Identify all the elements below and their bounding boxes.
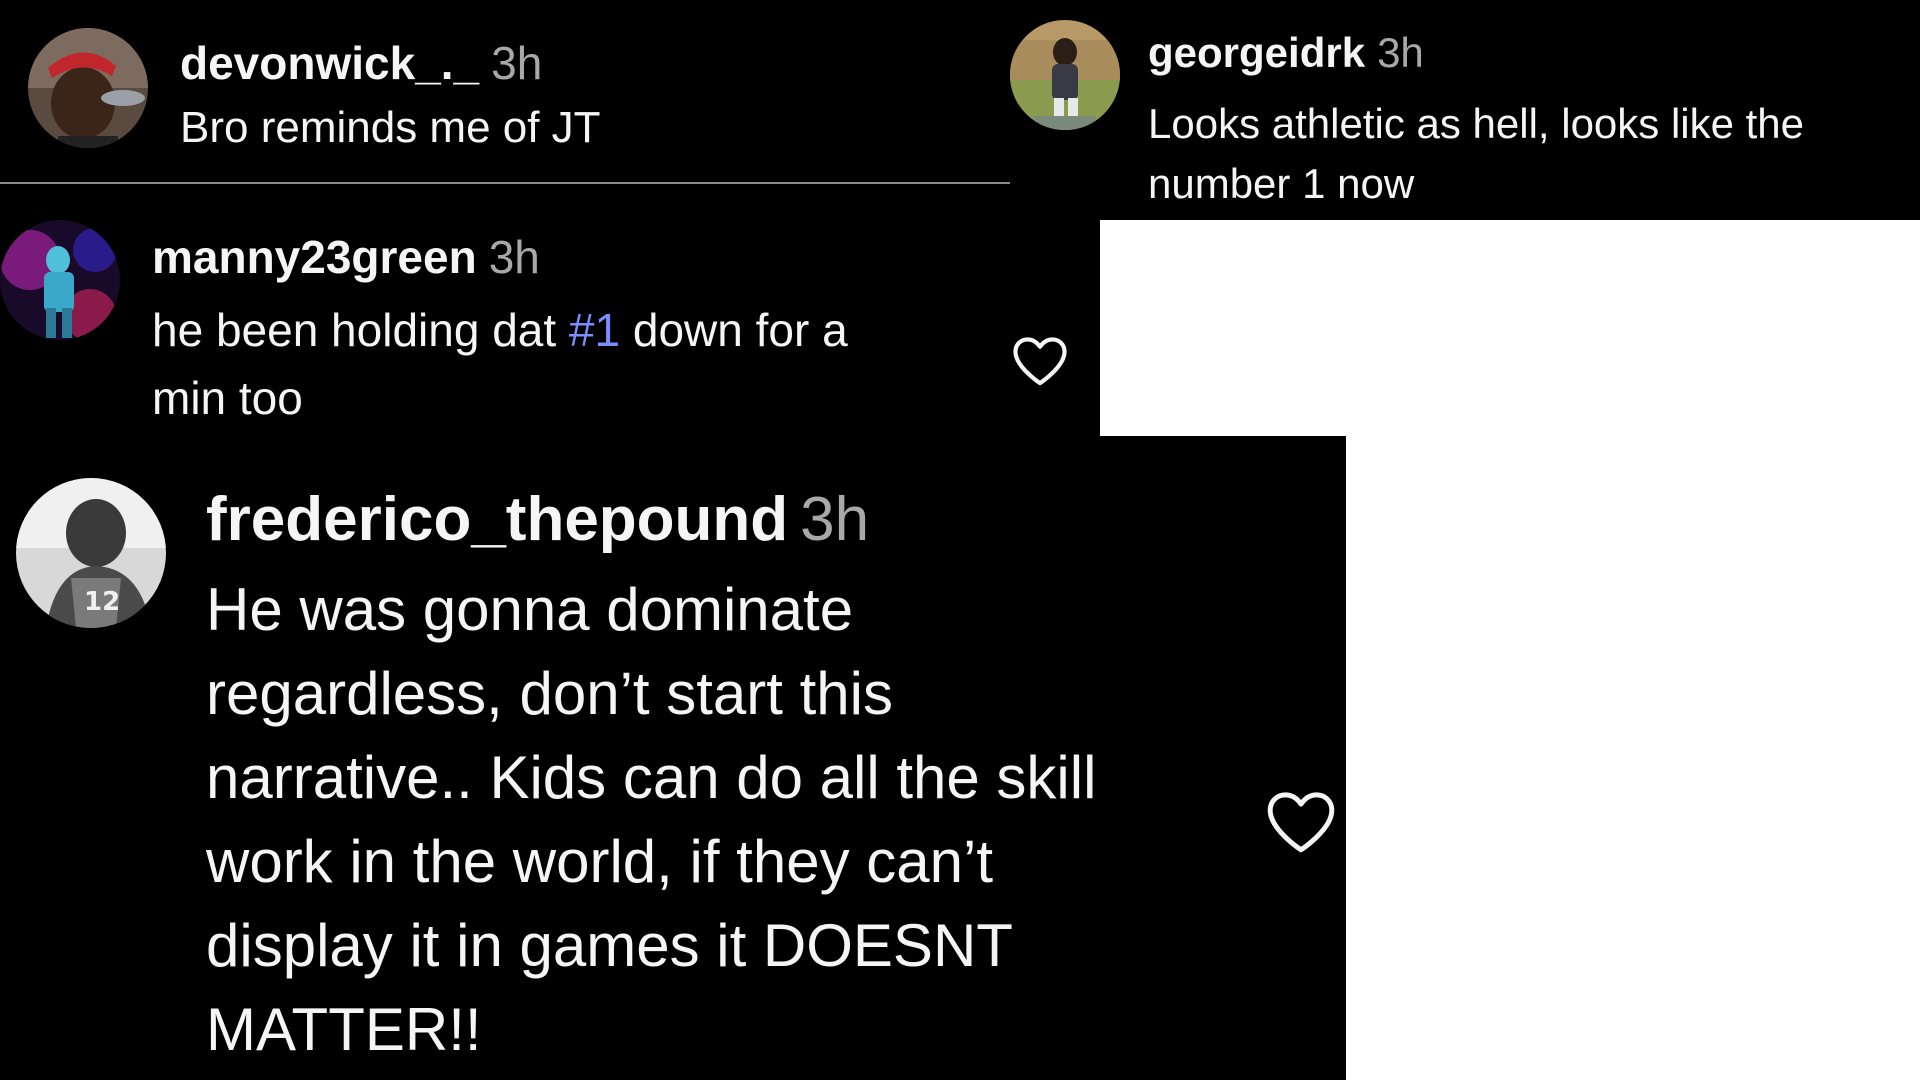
comment-text-segment: down for a: [620, 304, 848, 356]
avatar-manny23green[interactable]: [0, 220, 120, 340]
comment-card-georgeidrk: georgeidrk 3h Looks athletic as hell, loo…: [1010, 0, 1920, 220]
username-link[interactable]: manny23green: [152, 231, 477, 283]
timestamp: 3h: [800, 485, 870, 554]
profile-photo-icon: [28, 28, 148, 148]
comment-line: work in the world, if they can’t: [206, 828, 994, 895]
svg-text:12: 12: [84, 587, 120, 617]
avatar-georgeidrk[interactable]: [1010, 20, 1120, 130]
timestamp: 3h: [488, 231, 540, 283]
comment-line: Looks athletic as hell, looks like the: [1148, 100, 1805, 147]
heart-outline-icon: [1267, 792, 1335, 853]
avatar-frederico[interactable]: 12: [16, 478, 166, 628]
heart-outline-icon: [1013, 337, 1067, 386]
username-link[interactable]: devonwick_._: [180, 37, 479, 89]
comment-line: narrative.. Kids can do all the skill: [206, 744, 1097, 811]
username-link[interactable]: georgeidrk: [1148, 29, 1365, 76]
like-button[interactable]: [1264, 788, 1338, 856]
hashtag-link[interactable]: #1: [569, 304, 620, 356]
timestamp: 3h: [491, 37, 543, 89]
comment-line: regardless, don’t start this: [206, 660, 893, 727]
avatar-devonwick[interactable]: [28, 28, 148, 148]
comment-body: Bro reminds me of JT: [180, 103, 601, 152]
comment-body: He was gonna dominate regardless, don’t …: [206, 568, 1096, 1072]
profile-photo-icon: 12: [16, 478, 166, 628]
comment-body: Looks athletic as hell, looks like the n…: [1148, 94, 1804, 214]
divider: [0, 182, 1010, 184]
timestamp: 3h: [1377, 29, 1424, 76]
profile-photo-icon: [0, 220, 120, 340]
profile-photo-icon: [1010, 20, 1120, 130]
comment-card-devonwick: devonwick_._ 3h Bro reminds me of JT: [0, 0, 1010, 220]
comment-header: georgeidrk 3h: [1148, 28, 1424, 78]
username-link[interactable]: frederico_thepound: [206, 485, 788, 554]
comment-line: he been holding dat #1 down for a: [152, 296, 848, 364]
comment-header: manny23green 3h: [152, 230, 540, 284]
comment-header: frederico_thepound 3h: [206, 484, 869, 556]
comment-body: he been holding dat #1 down for a min to…: [152, 296, 848, 432]
comment-line: number 1 now: [1148, 160, 1415, 207]
comment-header: devonwick_._ 3h: [180, 36, 542, 90]
comment-line: display it in games it DOESNT: [206, 912, 1013, 979]
like-button[interactable]: [1010, 334, 1070, 388]
comment-line: MATTER!!: [206, 996, 482, 1063]
comment-line: He was gonna dominate: [206, 576, 854, 643]
comment-card-frederico: 12 frederico_thepound 3h He was gonna dom…: [0, 436, 1346, 1080]
comment-text-segment: he been holding dat: [152, 304, 569, 356]
comment-card-manny23green: manny23green 3h he been holding dat #1 do…: [0, 220, 1100, 436]
comment-line: min too: [152, 372, 303, 424]
